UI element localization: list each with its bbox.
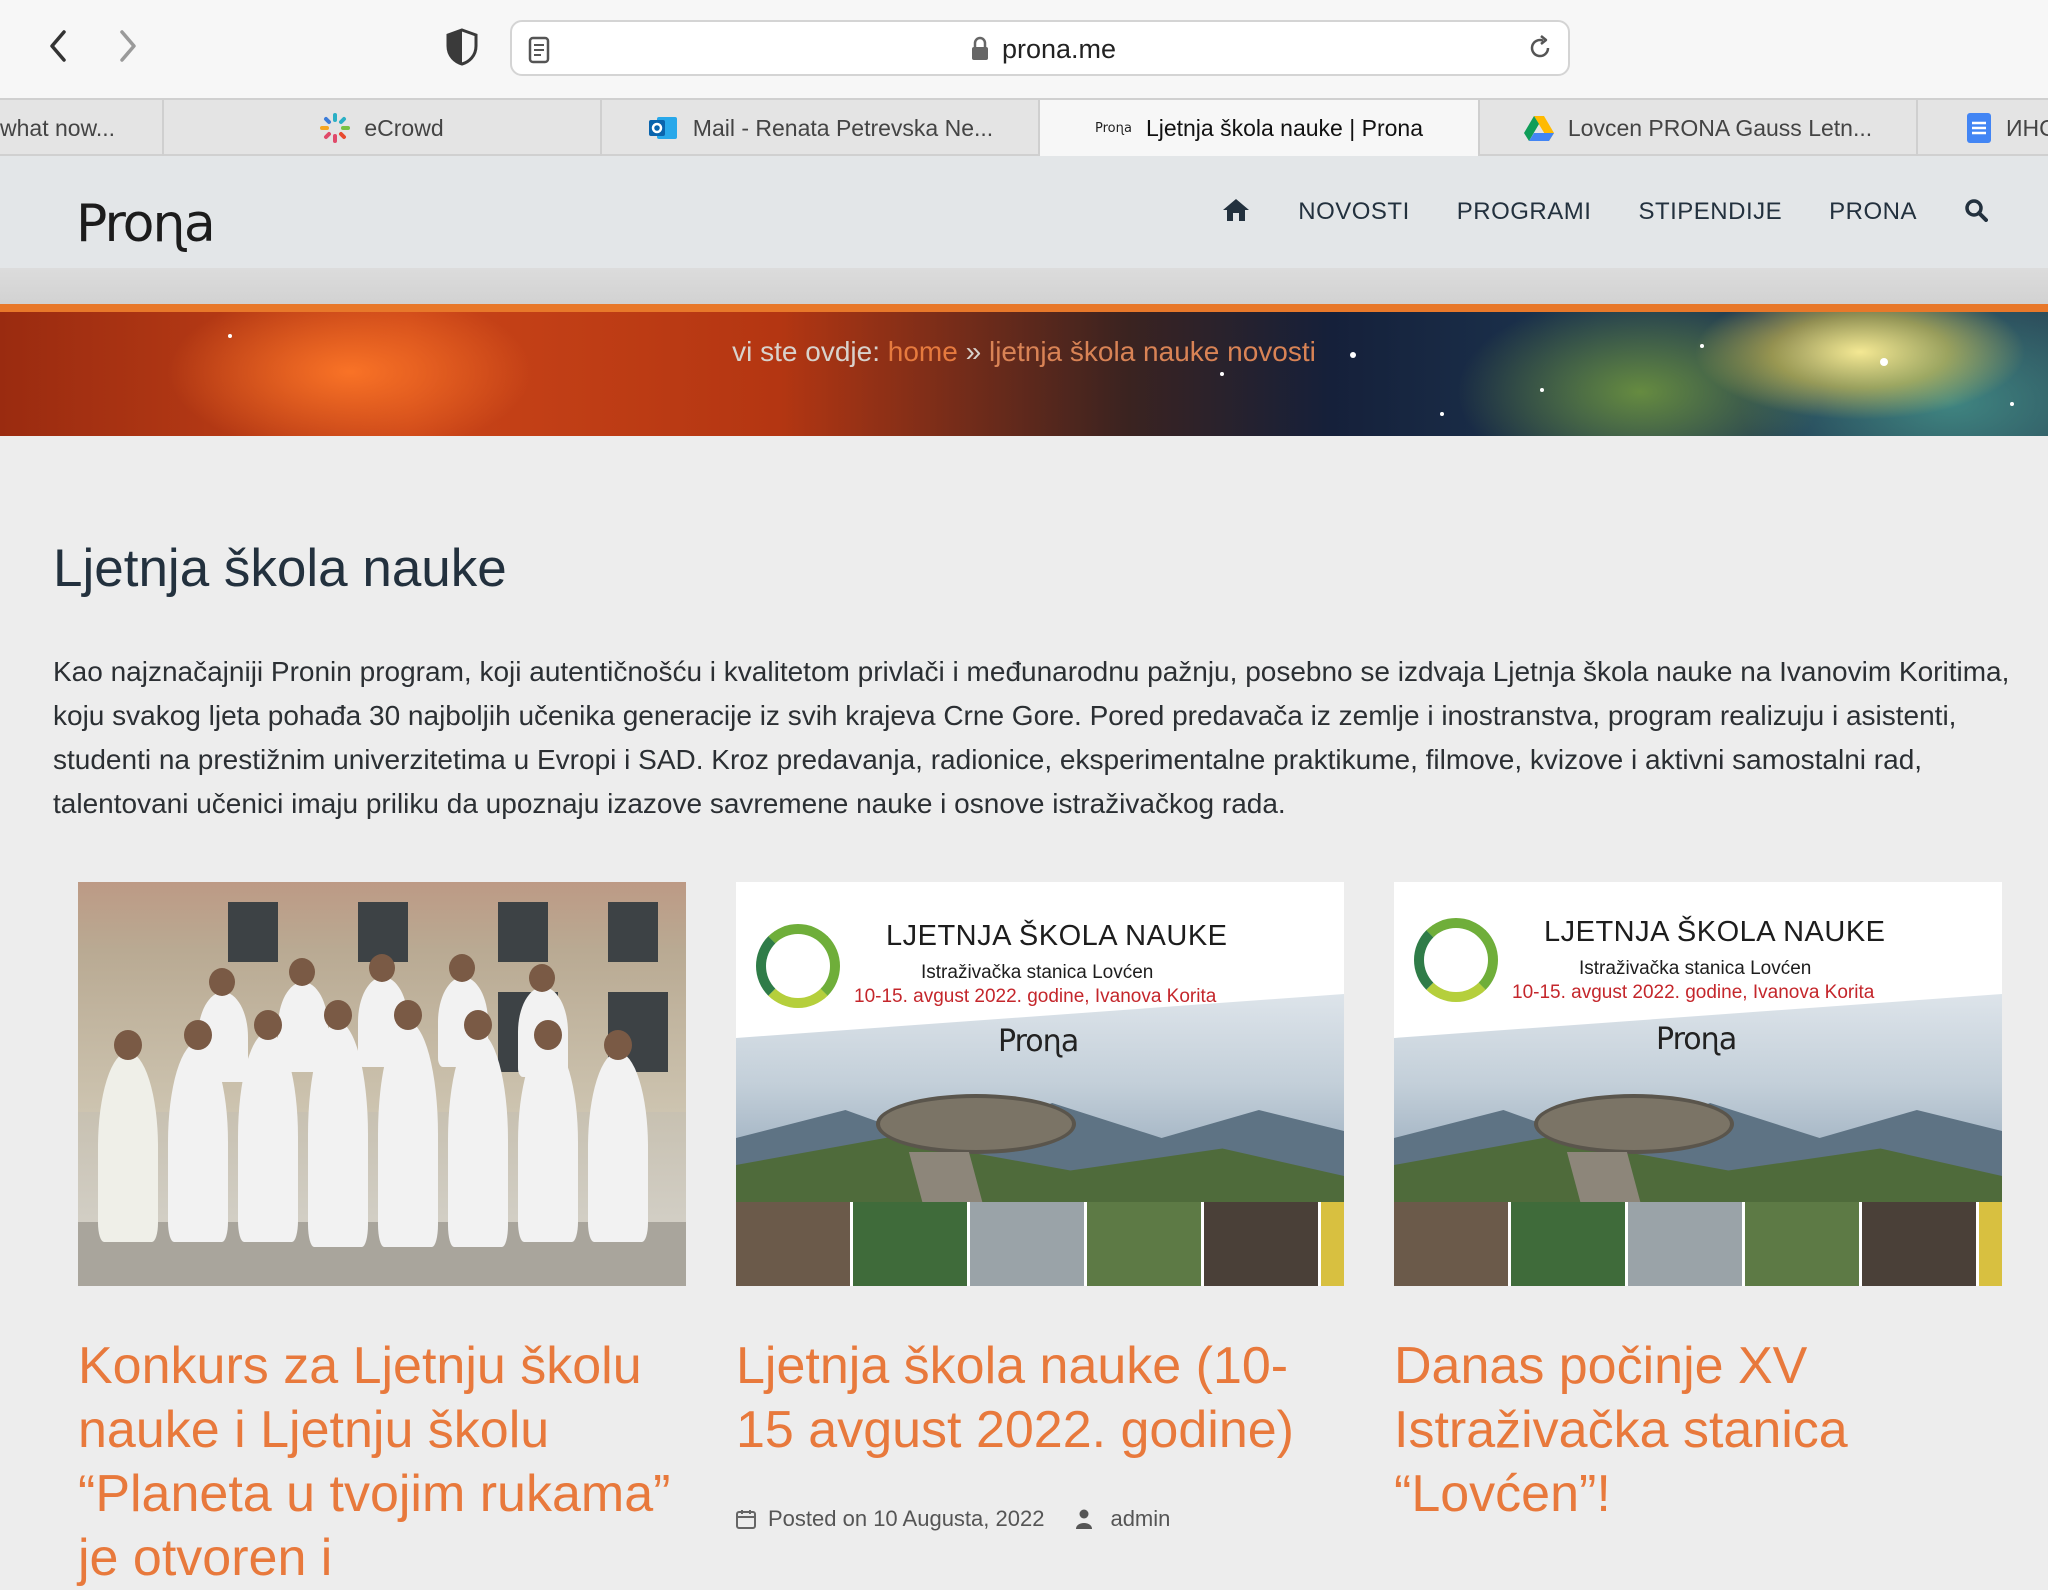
menu-stipendije[interactable]: STIPENDIJE <box>1638 198 1782 226</box>
ecrowd-icon <box>320 113 351 143</box>
tab-label: Ljetnja škola nauke | Prona <box>1145 114 1423 141</box>
tab-what-now[interactable]: what now... <box>0 100 164 156</box>
post-title-link[interactable]: Danas počinje XV Istraživačka stanica “L… <box>1394 1334 2002 1526</box>
post-date[interactable]: Posted on 10 Augusta, 2022 <box>768 1506 1044 1532</box>
tab-label: Mail - Renata Petrevska Ne... <box>692 114 994 141</box>
poster-dates: 10-15. avgust 2022. godine, Ivanova Kori… <box>854 986 1217 1007</box>
user-icon <box>1076 1509 1093 1529</box>
poster-dates: 10-15. avgust 2022. godine, Ivanova Kori… <box>1512 982 1875 1003</box>
post-thumbnail-poster[interactable]: LJETNJA ŠKOLA NAUKE Istraživačka stanica… <box>1394 882 2002 1286</box>
chevron-right-icon <box>120 30 136 62</box>
post-card: LJETNJA ŠKOLA NAUKE Istraživačka stanica… <box>1394 882 2002 1526</box>
poster-title: LJETNJA ŠKOLA NAUKE <box>886 920 1228 952</box>
outlook-icon <box>647 113 679 143</box>
site-header: Proɳa NOVOSTI PROGRAMI STIPENDIJE PRONA <box>0 156 2048 268</box>
main-menu: NOVOSTI PROGRAMI STIPENDIJE PRONA <box>1221 156 2048 268</box>
menu-programi[interactable]: PROGRAMI <box>1457 198 1592 226</box>
post-author[interactable]: admin <box>1110 1506 1170 1532</box>
url-text: prona.me <box>1002 34 1117 64</box>
post-title-link[interactable]: Konkurs za Ljetnju školu nauke i Ljetnju… <box>78 1334 686 1590</box>
tab-label: Lovcen PRONA Gauss Letn... <box>1567 114 1873 141</box>
tab-ecrowd[interactable]: eCrowd <box>164 100 602 156</box>
back-button[interactable] <box>36 24 80 68</box>
tab-label: eCrowd <box>364 114 444 141</box>
breadcrumb-current: ljetnja škola nauke novosti <box>988 336 1316 367</box>
post-title-link[interactable]: Ljetnja škola nauke (10-15 avgust 2022. … <box>736 1334 1344 1462</box>
poster-title: LJETNJA ŠKOLA NAUKE <box>1544 916 1886 948</box>
poster-logo-ring <box>756 924 840 1008</box>
tab-prona-active[interactable]: Proɳa Ljetnja škola nauke | Prona <box>1040 100 1480 156</box>
chevron-left-icon <box>50 30 66 62</box>
post-card: LJETNJA ŠKOLA NAUKE Istraživačka stanica… <box>736 882 1344 1532</box>
address-bar[interactable]: prona.me <box>510 20 1570 76</box>
reload-icon[interactable] <box>1526 34 1554 67</box>
tab-label: what now... <box>0 114 116 141</box>
intro-paragraph: Kao najznačajniji Pronin program, koji a… <box>53 656 2010 819</box>
menu-prona[interactable]: PRONA <box>1829 198 1917 226</box>
lock-icon <box>970 36 990 67</box>
tab-google-drive[interactable]: Lovcen PRONA Gauss Letn... <box>1480 100 1918 156</box>
accent-line <box>0 304 2048 312</box>
breadcrumb-prefix: vi ste ovdje: <box>732 336 880 367</box>
tab-docs[interactable]: ИНС <box>1918 100 2048 156</box>
reader-view-icon[interactable] <box>528 36 550 69</box>
tab-mail[interactable]: Mail - Renata Petrevska Ne... <box>602 100 1040 156</box>
page-title: Ljetnja škola nauke <box>53 539 507 598</box>
poster-prona-logo: Proɳa <box>998 1024 1079 1059</box>
post-thumbnail-poster[interactable]: LJETNJA ŠKOLA NAUKE Istraživačka stanica… <box>736 882 1344 1286</box>
privacy-shield-icon[interactable] <box>445 28 481 68</box>
google-docs-icon <box>1966 112 1992 144</box>
poster-logo-ring <box>1414 918 1498 1002</box>
breadcrumb: vi ste ovdje: home » ljetnja škola nauke… <box>0 336 2048 368</box>
search-icon[interactable] <box>1964 198 1988 227</box>
home-icon[interactable] <box>1221 197 1251 228</box>
google-drive-icon <box>1523 114 1554 142</box>
tab-strip: what now... eCrowd Mail - Renata Petrevs… <box>0 98 2048 156</box>
poster-prona-logo: Proɳa <box>1656 1022 1737 1057</box>
breadcrumb-separator: » <box>965 336 982 367</box>
hero-banner: vi ste ovdje: home » ljetnja škola nauke… <box>0 312 2048 436</box>
poster-subtitle: Istraživačka stanica Lovćen <box>921 962 1154 983</box>
post-meta: Posted on 10 Augusta, 2022 admin <box>736 1506 1344 1532</box>
prona-favicon: Proɳa <box>1095 120 1132 136</box>
breadcrumb-home-link[interactable]: home <box>888 336 958 367</box>
menu-novosti[interactable]: NOVOSTI <box>1298 198 1410 226</box>
post-card: Konkurs za Ljetnju školu nauke i Ljetnju… <box>78 882 686 1590</box>
calendar-icon <box>736 1509 756 1529</box>
header-shadow-strip <box>0 268 2048 304</box>
browser-toolbar: prona.me <box>0 0 2048 98</box>
post-thumbnail-group-photo[interactable] <box>78 882 686 1286</box>
poster-subtitle: Istraživačka stanica Lovćen <box>1579 958 1812 979</box>
tab-label: ИНС <box>2006 114 2048 141</box>
forward-button[interactable] <box>106 24 150 68</box>
site-logo[interactable]: Proɳa <box>76 194 216 254</box>
